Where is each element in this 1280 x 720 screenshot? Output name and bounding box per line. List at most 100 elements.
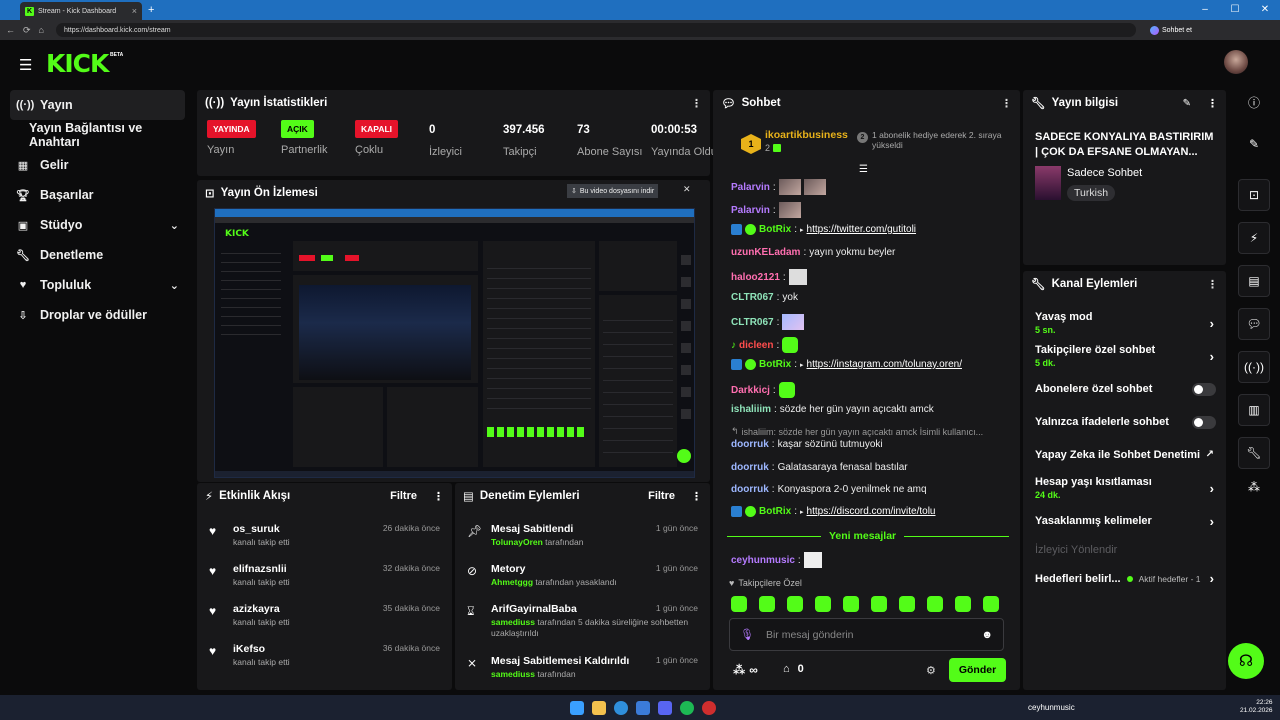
- slow-mode-action[interactable]: Yavaş mod 5 sn. ›: [1023, 311, 1226, 335]
- top-user-name[interactable]: ikoartikbusiness: [765, 129, 848, 141]
- emote-icon[interactable]: [899, 596, 915, 612]
- chat-input[interactable]: 🎙︎ Bir mesaj gönderin ☻: [729, 618, 1004, 651]
- chat-username[interactable]: doorruk: [731, 462, 769, 473]
- filter-button[interactable]: Filtre: [390, 490, 417, 502]
- sidebar-item-gelir[interactable]: ▦ Gelir: [0, 150, 195, 180]
- edit-icon[interactable]: ✎: [1238, 128, 1270, 160]
- mic-icon[interactable]: 🎙︎: [740, 628, 754, 641]
- info-icon[interactable]: ⓘ: [1248, 94, 1260, 120]
- refresh-icon[interactable]: ⟳: [23, 25, 31, 36]
- chat-username[interactable]: Palarvin: [731, 205, 770, 216]
- chat-username[interactable]: CLTR067: [731, 292, 774, 303]
- new-tab-button[interactable]: +: [148, 4, 154, 16]
- copilot-button[interactable]: Sohbet et: [1149, 25, 1192, 35]
- sidebar-item-denetleme[interactable]: 🔧︎ Denetleme: [0, 240, 195, 270]
- chat-username[interactable]: doorruk: [731, 439, 769, 450]
- spotify-icon[interactable]: [680, 700, 694, 715]
- more-icon[interactable]: ⋮: [1001, 97, 1012, 110]
- send-button[interactable]: Gönder: [949, 658, 1006, 682]
- download-video-button[interactable]: ⇩ Bu video dosyasını indir: [567, 184, 659, 198]
- sidebar-item-topluluk[interactable]: ♥ Topluluk ⌄: [0, 270, 195, 300]
- category-thumbnail[interactable]: [1035, 166, 1061, 200]
- moderator-name[interactable]: TolunayOren: [491, 537, 543, 547]
- more-icon[interactable]: ⋮: [1207, 97, 1218, 110]
- sidebar-item-studyo[interactable]: ▣ Stüdyo ⌄: [0, 210, 195, 240]
- layout-icon[interactable]: ▥: [1238, 394, 1270, 426]
- chat-username[interactable]: ishaliiim: [731, 404, 771, 415]
- chat-username[interactable]: haloo2121: [731, 272, 780, 283]
- kick-logo[interactable]: KICK: [46, 49, 109, 78]
- subscribers-only-toggle[interactable]: [1192, 383, 1216, 396]
- new-messages-label[interactable]: Yeni mesajlar: [821, 530, 905, 542]
- ai-moderation-action[interactable]: Yapay Zeka ile Sohbet Denetimi ↗: [1023, 449, 1226, 461]
- more-icon[interactable]: ⋮: [691, 97, 702, 110]
- emote-icon[interactable]: [871, 596, 887, 612]
- document-icon[interactable]: ▤: [1238, 265, 1270, 297]
- emote-icon[interactable]: [731, 596, 747, 612]
- clock[interactable]: 22:26 21.02.2026: [1240, 699, 1273, 715]
- edit-icon[interactable]: ✎: [1183, 98, 1191, 109]
- more-icon[interactable]: ⋮: [691, 490, 702, 503]
- emote-icon[interactable]: [955, 596, 971, 612]
- chat-username[interactable]: Palarvin: [731, 182, 770, 193]
- more-icon[interactable]: ⋮: [433, 490, 444, 503]
- emote-icon[interactable]: [927, 596, 943, 612]
- broadcast-icon[interactable]: ((·)): [1238, 351, 1270, 383]
- sidebar-item-yayin[interactable]: ((·)) Yayın: [10, 90, 185, 120]
- emoji-icon[interactable]: ☻: [981, 629, 993, 641]
- gear-icon[interactable]: ⚙: [926, 664, 936, 677]
- close-window-icon[interactable]: ✕: [1250, 0, 1280, 20]
- start-icon[interactable]: [570, 700, 584, 715]
- sidebar-item-stream-key[interactable]: Yayın Bağlantısı ve Anahtarı: [0, 120, 195, 150]
- emote-icon[interactable]: [759, 596, 775, 612]
- stream-preview-video[interactable]: KICK: [214, 208, 695, 478]
- edge-icon[interactable]: [614, 700, 628, 715]
- sidebar-item-basarilar[interactable]: 🏆︎ Başarılar: [0, 180, 195, 210]
- folder-icon[interactable]: [592, 700, 606, 715]
- browser-tab[interactable]: K Stream - Kick Dashboard ×: [20, 2, 142, 20]
- moderator-name[interactable]: samediuss: [491, 669, 535, 679]
- chat-link[interactable]: https://twitter.com/gutitoli: [807, 224, 917, 235]
- discord-icon[interactable]: [658, 700, 672, 715]
- sidebar-item-droplar[interactable]: ⇩ Droplar ve ödüller: [0, 300, 195, 330]
- store-icon[interactable]: [636, 700, 650, 715]
- filter-button[interactable]: Filtre: [648, 490, 675, 502]
- banned-words-action[interactable]: Yasaklanmış kelimeler ›: [1023, 514, 1226, 529]
- chat-username[interactable]: Darkkicj: [731, 385, 770, 396]
- menu-icon[interactable]: ☰: [19, 56, 32, 74]
- help-button[interactable]: ☊: [1228, 643, 1264, 679]
- emote-only-toggle[interactable]: [1192, 416, 1216, 429]
- avatar[interactable]: [1224, 50, 1248, 74]
- chat-username[interactable]: BotRix: [759, 224, 791, 235]
- obs-icon[interactable]: [702, 700, 716, 715]
- close-tab-icon[interactable]: ×: [132, 6, 137, 16]
- chat-link[interactable]: https://discord.com/invite/tolu: [807, 506, 936, 517]
- preview-icon[interactable]: ⊡: [1238, 179, 1270, 211]
- lightning-icon[interactable]: ⚡︎: [1238, 222, 1270, 254]
- channel-points[interactable]: ⁂ ∞: [733, 663, 758, 677]
- gift-counter[interactable]: ⌂ 0: [783, 663, 804, 675]
- moderator-name[interactable]: Ahmetggg: [491, 577, 533, 587]
- emote-icon[interactable]: [983, 596, 999, 612]
- chat-username[interactable]: doorruk: [731, 484, 769, 495]
- chat-username[interactable]: dicleen: [739, 340, 773, 351]
- goals-action[interactable]: Hedefleri belirl... Aktif hedefler - 1 ›: [1023, 571, 1226, 586]
- chat-username[interactable]: CLTR067: [731, 317, 774, 328]
- chat-reply[interactable]: ↰ ishaliiim: sözde her gün yayın açıcakt…: [731, 426, 1006, 437]
- category-name[interactable]: Sadece Sohbet: [1067, 167, 1142, 179]
- more-icon[interactable]: ⋮: [1207, 278, 1218, 291]
- community-icon[interactable]: ⁂: [1248, 480, 1260, 494]
- chat-username[interactable]: ceyhunmusic: [731, 555, 795, 566]
- chat-link[interactable]: https://instagram.com/tolunay.oren/: [807, 359, 962, 370]
- emote-icon[interactable]: [815, 596, 831, 612]
- minimize-icon[interactable]: –: [1190, 0, 1220, 20]
- emote-icon[interactable]: [787, 596, 803, 612]
- followers-only-action[interactable]: Takipçilere özel sohbet 5 dk. ›: [1023, 344, 1226, 368]
- emote-icon[interactable]: [843, 596, 859, 612]
- chat-username[interactable]: BotRix: [759, 506, 791, 517]
- chat-icon[interactable]: 💬︎: [1238, 308, 1270, 340]
- close-icon[interactable]: ✕: [683, 184, 691, 195]
- chat-username[interactable]: BotRix: [759, 359, 791, 370]
- home-icon[interactable]: ⌂: [39, 25, 44, 36]
- back-icon[interactable]: ←: [6, 25, 15, 36]
